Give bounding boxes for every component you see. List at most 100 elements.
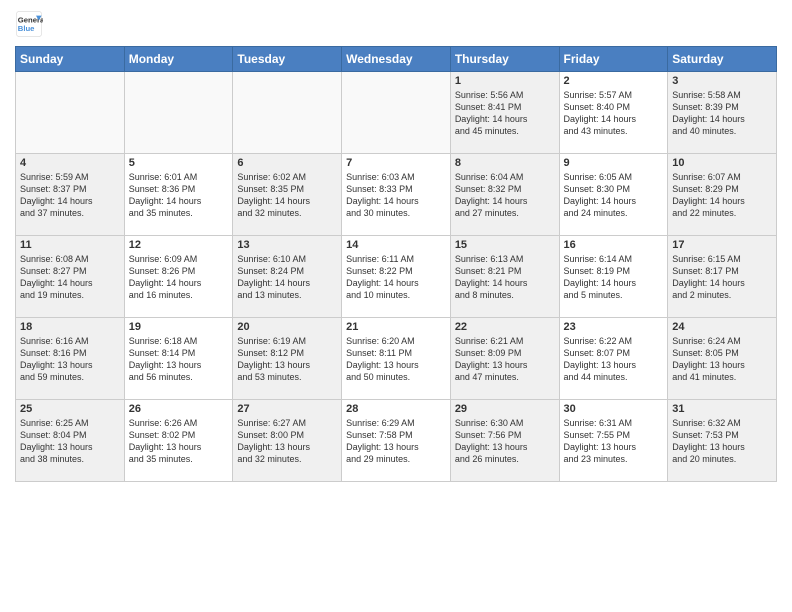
day-info: Sunrise: 6:31 AMSunset: 7:55 PMDaylight:… [564, 417, 664, 466]
day-cell: 16Sunrise: 6:14 AMSunset: 8:19 PMDayligh… [559, 236, 668, 318]
day-cell: 7 Sunrise: 6:03 AMSunset: 8:33 PMDaylight… [342, 154, 451, 236]
day-number: 21 [346, 321, 446, 333]
day-number: 2 [564, 75, 664, 87]
day-number: 27 [237, 403, 337, 415]
day-number: 11 [20, 239, 120, 251]
day-number: 31 [672, 403, 772, 415]
day-cell [124, 72, 233, 154]
day-number: 14 [346, 239, 446, 251]
day-cell: 5 Sunrise: 6:01 AMSunset: 8:36 PMDaylight… [124, 154, 233, 236]
day-cell: 4Sunrise: 5:59 AMSunset: 8:37 PMDaylight… [16, 154, 125, 236]
day-info: Sunrise: 5:57 AMSunset: 8:40 PMDaylight:… [564, 89, 664, 138]
day-number: 26 [129, 403, 229, 415]
day-number: 5 [129, 157, 229, 169]
day-cell [16, 72, 125, 154]
day-number: 3 [672, 75, 772, 87]
header-row: SundayMondayTuesdayWednesdayThursdayFrid… [16, 47, 777, 72]
day-number: 18 [20, 321, 120, 333]
day-cell: 14 Sunrise: 6:11 AMSunset: 8:22 PMDayligh… [342, 236, 451, 318]
day-info: Sunrise: 5:58 AMSunset: 8:39 PMDaylight:… [672, 89, 772, 138]
day-cell: 27 Sunrise: 6:27 AMSunset: 8:00 PMDayligh… [233, 400, 342, 482]
week-row-3: 11 Sunrise: 6:08 AMSunset: 8:27 PMDayligh… [16, 236, 777, 318]
day-number: 10 [672, 157, 772, 169]
day-cell: 21 Sunrise: 6:20 AMSunset: 8:11 PMDayligh… [342, 318, 451, 400]
day-number: 13 [237, 239, 337, 251]
svg-text:Blue: Blue [18, 24, 35, 33]
day-cell: 12 Sunrise: 6:09 AMSunset: 8:26 PMDayligh… [124, 236, 233, 318]
day-number: 28 [346, 403, 446, 415]
day-cell [342, 72, 451, 154]
day-number: 12 [129, 239, 229, 251]
day-cell: 8Sunrise: 6:04 AMSunset: 8:32 PMDaylight… [450, 154, 559, 236]
day-number: 19 [129, 321, 229, 333]
day-info: Sunrise: 6:22 AMSunset: 8:07 PMDaylight:… [564, 335, 664, 384]
day-info: Sunrise: 6:04 AMSunset: 8:32 PMDaylight:… [455, 171, 555, 220]
day-cell: 11 Sunrise: 6:08 AMSunset: 8:27 PMDayligh… [16, 236, 125, 318]
day-info: Sunrise: 6:02 AMSunset: 8:35 PMDaylight:… [237, 171, 337, 220]
day-info: Sunrise: 6:07 AMSunset: 8:29 PMDaylight:… [672, 171, 772, 220]
day-number: 29 [455, 403, 555, 415]
day-header-saturday: Saturday [668, 47, 777, 72]
day-info: Sunrise: 6:20 AMSunset: 8:11 PMDaylight:… [346, 335, 446, 384]
day-cell: 23Sunrise: 6:22 AMSunset: 8:07 PMDayligh… [559, 318, 668, 400]
day-number: 7 [346, 157, 446, 169]
day-cell: 20Sunrise: 6:19 AMSunset: 8:12 PMDayligh… [233, 318, 342, 400]
week-row-2: 4Sunrise: 5:59 AMSunset: 8:37 PMDaylight… [16, 154, 777, 236]
day-cell: 26 Sunrise: 6:26 AMSunset: 8:02 PMDayligh… [124, 400, 233, 482]
day-info: Sunrise: 6:32 AMSunset: 7:53 PMDaylight:… [672, 417, 772, 466]
day-info: Sunrise: 6:25 AMSunset: 8:04 PMDaylight:… [20, 417, 120, 466]
logo-icon: General Blue [15, 10, 43, 38]
day-info: Sunrise: 6:19 AMSunset: 8:12 PMDaylight:… [237, 335, 337, 384]
day-cell: 28 Sunrise: 6:29 AMSunset: 7:58 PMDayligh… [342, 400, 451, 482]
day-cell [233, 72, 342, 154]
day-info: Sunrise: 6:16 AMSunset: 8:16 PMDaylight:… [20, 335, 120, 384]
day-number: 22 [455, 321, 555, 333]
day-info: Sunrise: 6:08 AMSunset: 8:27 PMDaylight:… [20, 253, 120, 302]
day-cell: 29 Sunrise: 6:30 AMSunset: 7:56 PMDayligh… [450, 400, 559, 482]
day-info: Sunrise: 6:15 AMSunset: 8:17 PMDaylight:… [672, 253, 772, 302]
day-cell: 25 Sunrise: 6:25 AMSunset: 8:04 PMDayligh… [16, 400, 125, 482]
day-cell: 13 Sunrise: 6:10 AMSunset: 8:24 PMDayligh… [233, 236, 342, 318]
day-number: 25 [20, 403, 120, 415]
day-info: Sunrise: 6:11 AMSunset: 8:22 PMDaylight:… [346, 253, 446, 302]
day-cell: 24Sunrise: 6:24 AMSunset: 8:05 PMDayligh… [668, 318, 777, 400]
week-row-1: 1Sunrise: 5:56 AMSunset: 8:41 PMDaylight… [16, 72, 777, 154]
day-cell: 19Sunrise: 6:18 AMSunset: 8:14 PMDayligh… [124, 318, 233, 400]
day-cell: 17Sunrise: 6:15 AMSunset: 8:17 PMDayligh… [668, 236, 777, 318]
day-number: 30 [564, 403, 664, 415]
day-header-wednesday: Wednesday [342, 47, 451, 72]
day-number: 6 [237, 157, 337, 169]
day-cell: 9 Sunrise: 6:05 AMSunset: 8:30 PMDaylight… [559, 154, 668, 236]
day-info: Sunrise: 6:13 AMSunset: 8:21 PMDaylight:… [455, 253, 555, 302]
day-cell: 15Sunrise: 6:13 AMSunset: 8:21 PMDayligh… [450, 236, 559, 318]
day-info: Sunrise: 6:29 AMSunset: 7:58 PMDaylight:… [346, 417, 446, 466]
week-row-4: 18 Sunrise: 6:16 AMSunset: 8:16 PMDayligh… [16, 318, 777, 400]
day-cell: 30 Sunrise: 6:31 AMSunset: 7:55 PMDayligh… [559, 400, 668, 482]
header: General Blue [15, 10, 777, 38]
day-info: Sunrise: 6:01 AMSunset: 8:36 PMDaylight:… [129, 171, 229, 220]
day-cell: 6 Sunrise: 6:02 AMSunset: 8:35 PMDaylight… [233, 154, 342, 236]
day-number: 4 [20, 157, 120, 169]
day-number: 24 [672, 321, 772, 333]
day-header-monday: Monday [124, 47, 233, 72]
day-header-friday: Friday [559, 47, 668, 72]
day-cell: 31 Sunrise: 6:32 AMSunset: 7:53 PMDayligh… [668, 400, 777, 482]
page-container: General Blue SundayMondayTuesdayWednesda… [0, 0, 792, 492]
day-cell: 22Sunrise: 6:21 AMSunset: 8:09 PMDayligh… [450, 318, 559, 400]
day-info: Sunrise: 6:05 AMSunset: 8:30 PMDaylight:… [564, 171, 664, 220]
day-info: Sunrise: 6:14 AMSunset: 8:19 PMDaylight:… [564, 253, 664, 302]
day-info: Sunrise: 6:10 AMSunset: 8:24 PMDaylight:… [237, 253, 337, 302]
day-cell: 10 Sunrise: 6:07 AMSunset: 8:29 PMDayligh… [668, 154, 777, 236]
day-header-thursday: Thursday [450, 47, 559, 72]
day-cell: 2 Sunrise: 5:57 AMSunset: 8:40 PMDaylight… [559, 72, 668, 154]
day-info: Sunrise: 6:26 AMSunset: 8:02 PMDaylight:… [129, 417, 229, 466]
day-info: Sunrise: 6:30 AMSunset: 7:56 PMDaylight:… [455, 417, 555, 466]
week-row-5: 25 Sunrise: 6:25 AMSunset: 8:04 PMDayligh… [16, 400, 777, 482]
day-info: Sunrise: 6:27 AMSunset: 8:00 PMDaylight:… [237, 417, 337, 466]
day-number: 9 [564, 157, 664, 169]
calendar-table: SundayMondayTuesdayWednesdayThursdayFrid… [15, 46, 777, 482]
day-info: Sunrise: 6:09 AMSunset: 8:26 PMDaylight:… [129, 253, 229, 302]
day-cell: 1Sunrise: 5:56 AMSunset: 8:41 PMDaylight… [450, 72, 559, 154]
day-header-sunday: Sunday [16, 47, 125, 72]
day-info: Sunrise: 6:03 AMSunset: 8:33 PMDaylight:… [346, 171, 446, 220]
